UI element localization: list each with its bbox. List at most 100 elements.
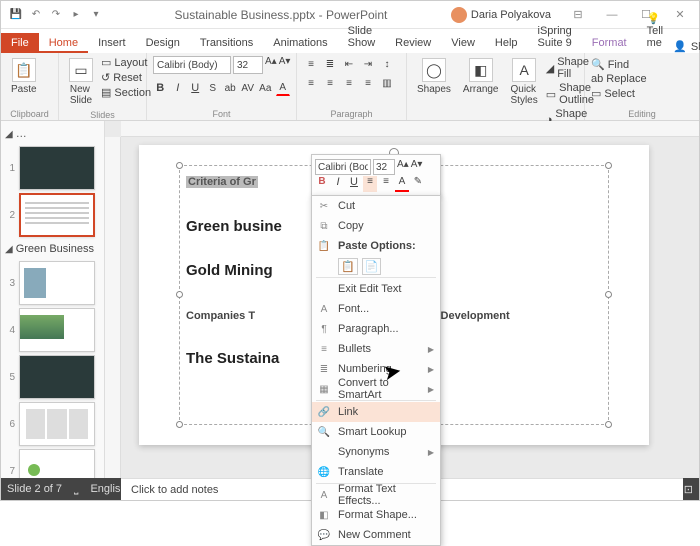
slide-text-line[interactable]: The Sustaina (186, 350, 279, 367)
section-button[interactable]: ▤ Section (101, 86, 151, 99)
tell-me[interactable]: 💡 Tell me (637, 8, 674, 53)
slide-thumb-4[interactable] (19, 308, 95, 352)
indent-inc-button[interactable]: ⇥ (360, 56, 376, 72)
numbering-button[interactable]: ≣ (322, 56, 338, 72)
strike-button[interactable]: S (205, 80, 219, 96)
columns-button[interactable]: ▥ (379, 75, 395, 91)
resize-handle[interactable] (176, 291, 183, 298)
ctx-format-text-effects[interactable]: AFormat Text Effects... (312, 485, 440, 505)
ctx-translate[interactable]: 🌐Translate (312, 462, 440, 482)
paste-keep-source-icon[interactable]: 📋 (338, 258, 358, 275)
slide-counter[interactable]: Slide 2 of 7 (7, 483, 62, 495)
tab-ispring[interactable]: iSpring Suite 9 (528, 21, 582, 53)
shrink-font-icon[interactable]: A▾ (279, 56, 291, 74)
start-from-beginning-icon[interactable]: ▸ (69, 8, 83, 22)
ctx-font[interactable]: AFont... (312, 299, 440, 319)
italic-button[interactable]: I (170, 80, 184, 96)
tab-home[interactable]: Home (39, 33, 88, 53)
ctx-link[interactable]: 🔗Link (312, 402, 440, 422)
spellcheck-icon[interactable]: ⎵ (74, 483, 78, 496)
slide-text-line[interactable]: Green busine (186, 218, 282, 235)
mini-underline-button[interactable]: U (347, 176, 361, 192)
line-spacing-button[interactable]: ↕ (379, 56, 395, 72)
ctx-new-comment[interactable]: 💬New Comment (312, 525, 440, 545)
mini-shrink-font-icon[interactable]: A▾ (411, 159, 423, 175)
ctx-paragraph[interactable]: ¶Paragraph... (312, 319, 440, 339)
shadow-button[interactable]: ab (223, 80, 237, 96)
reset-button[interactable]: ↺ Reset (101, 71, 151, 84)
mini-font-name[interactable] (315, 159, 371, 175)
tab-design[interactable]: Design (136, 33, 190, 53)
slide-thumb-1[interactable] (19, 146, 95, 190)
ctx-numbering[interactable]: ≣Numbering▶ (312, 359, 440, 379)
vertical-ruler[interactable] (105, 137, 121, 478)
font-size-input[interactable] (233, 56, 263, 74)
underline-button[interactable]: U (188, 80, 202, 96)
mini-bold-button[interactable]: B (315, 176, 329, 192)
quick-styles-button[interactable]: AQuick Styles (507, 56, 542, 108)
resize-handle[interactable] (176, 162, 183, 169)
redo-icon[interactable]: ↷ (49, 8, 63, 22)
ctx-smart-lookup[interactable]: 🔍Smart Lookup (312, 422, 440, 442)
find-button[interactable]: 🔍 Find (591, 58, 693, 71)
tab-transitions[interactable]: Transitions (190, 33, 263, 53)
new-slide-button[interactable]: ▭New Slide (65, 56, 97, 108)
font-name-input[interactable] (153, 56, 231, 74)
section-header[interactable]: ◢ … (5, 125, 100, 143)
bold-button[interactable]: B (153, 80, 167, 96)
slide-thumb-3[interactable] (19, 261, 95, 305)
ctx-copy[interactable]: ⧉Copy (312, 216, 440, 236)
shapes-button[interactable]: ◯Shapes (413, 56, 455, 97)
minimize-icon[interactable]: — (597, 5, 627, 25)
mini-italic-button[interactable]: I (331, 176, 345, 192)
ctx-paste-options[interactable]: 📋📄 (312, 256, 440, 276)
paste-button[interactable]: 📋Paste (7, 56, 41, 97)
justify-button[interactable]: ≡ (360, 75, 376, 91)
align-center-button[interactable]: ≡ (322, 75, 338, 91)
font-color-button[interactable]: A (276, 80, 290, 96)
arrange-button[interactable]: ◧Arrange (459, 56, 503, 97)
resize-handle[interactable] (605, 421, 612, 428)
mini-fontcolor-button[interactable]: A (395, 176, 409, 192)
spacing-button[interactable]: AV (240, 80, 255, 96)
ctx-synonyms[interactable]: Synonyms▶ (312, 442, 440, 462)
mini-grow-font-icon[interactable]: A▴ (397, 159, 409, 175)
slide-thumb-5[interactable] (19, 355, 95, 399)
replace-button[interactable]: ab Replace (591, 73, 693, 85)
tab-help[interactable]: Help (485, 33, 528, 53)
paste-text-only-icon[interactable]: 📄 (362, 258, 382, 275)
slide-thumb-2[interactable] (19, 193, 95, 237)
select-button[interactable]: ▭ Select (591, 87, 693, 100)
bullets-button[interactable]: ≡ (303, 56, 319, 72)
tab-insert[interactable]: Insert (88, 33, 136, 53)
tab-review[interactable]: Review (385, 33, 441, 53)
slide-thumb-6[interactable] (19, 402, 95, 446)
undo-icon[interactable]: ↶ (29, 8, 43, 22)
layout-button[interactable]: ▭ Layout (101, 56, 151, 69)
mini-align-button[interactable]: ≡ (363, 176, 377, 192)
align-left-button[interactable]: ≡ (303, 75, 319, 91)
ctx-exit-edit[interactable]: Exit Edit Text (312, 279, 440, 299)
ctx-cut[interactable]: ✂Cut (312, 196, 440, 216)
tab-slideshow[interactable]: Slide Show (338, 21, 386, 53)
tab-file[interactable]: File (1, 33, 39, 53)
slide-text-line[interactable]: Criteria of Gr (186, 172, 258, 189)
mini-align2-button[interactable]: ≡ (379, 176, 393, 192)
user-name[interactable]: Daria Polyakova (471, 9, 551, 21)
align-right-button[interactable]: ≡ (341, 75, 357, 91)
resize-handle[interactable] (605, 162, 612, 169)
mini-font-size[interactable] (373, 159, 395, 175)
indent-dec-button[interactable]: ⇤ (341, 56, 357, 72)
resize-handle[interactable] (605, 291, 612, 298)
save-icon[interactable]: 💾 (9, 8, 23, 22)
fit-window-icon[interactable]: ⊡ (684, 483, 693, 496)
section-green[interactable]: ◢ Green Business (5, 240, 100, 258)
casechange-button[interactable]: Aa (258, 80, 272, 96)
slide-thumb-7[interactable] (19, 449, 95, 478)
tab-format[interactable]: Format (582, 33, 637, 53)
horizontal-ruler[interactable] (121, 121, 699, 137)
grow-font-icon[interactable]: A▴ (265, 56, 277, 74)
tab-animations[interactable]: Animations (263, 33, 337, 53)
thumbnail-pane[interactable]: ◢ … 1 2 ◢ Green Business 3 4 5 6 7 (1, 121, 105, 478)
mini-highlight-button[interactable]: ✎ (411, 176, 425, 192)
